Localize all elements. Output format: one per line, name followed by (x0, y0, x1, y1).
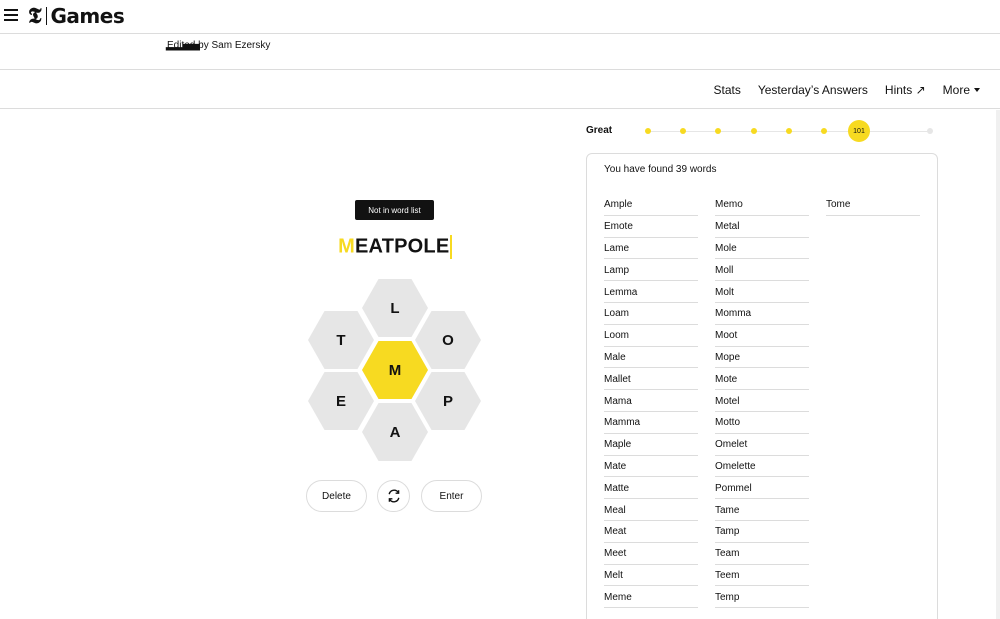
found-word: Molt (715, 281, 809, 303)
found-word: Meat (604, 521, 698, 543)
progress-dot (715, 128, 722, 134)
logo-divider (45, 7, 47, 25)
found-word: Mallet (604, 368, 698, 391)
input-center-letter: M (338, 235, 355, 258)
found-word: Mote (715, 368, 809, 391)
caret-down-icon (974, 88, 980, 93)
found-word: Teem (715, 565, 809, 587)
puzzle-header: ▁▂ Edited by Sam Ezersky (0, 34, 1000, 70)
word-column-2: Memo Metal Mole Moll Molt Momma Moot Mope Mote Mo… (715, 194, 809, 609)
shuffle-icon (388, 489, 399, 503)
nav-hints[interactable]: Hints ↗ (885, 83, 926, 97)
hive-cell-top-right[interactable]: O (415, 311, 481, 369)
hive-cell-top-left[interactable]: T (308, 311, 374, 369)
toolbar-nav: Stats Yesterday’s Answers Hints ↗ More (0, 70, 1000, 109)
found-word: Tamp (715, 521, 809, 543)
found-word: Momma (715, 303, 809, 325)
score-badge[interactable]: 101 (848, 120, 870, 142)
progress-dot (926, 128, 933, 134)
found-word: Tame (715, 499, 809, 521)
found-word: Motel (715, 390, 809, 412)
found-word: Mama (604, 390, 698, 412)
found-word: Tome (826, 194, 920, 216)
found-word: Mamma (604, 412, 698, 434)
nav-more-label: More (942, 82, 970, 97)
found-word: Motto (715, 412, 809, 434)
found-word: Loam (604, 303, 698, 325)
hive-cell-bottom-left[interactable]: E (308, 372, 374, 430)
found-word: Matte (604, 477, 698, 500)
found-word: Memo (715, 194, 809, 216)
found-word: Lemma (604, 281, 698, 303)
nyt-logo-mark: 𝕿 (28, 3, 42, 28)
progress-dot (750, 128, 757, 134)
shuffle-button[interactable] (377, 480, 410, 512)
found-word: Ample (604, 194, 698, 216)
input-cursor (450, 235, 452, 259)
word-column-1: Ample Emote Lame Lamp Lemma Loam Loom Male Malle… (604, 194, 698, 609)
rank-label: Great (586, 125, 613, 136)
hive-cell-top[interactable]: L (362, 279, 428, 337)
found-word: Meme (604, 586, 698, 609)
progress-dot (821, 128, 827, 134)
found-word: Moot (715, 325, 809, 347)
found-word: Loom (604, 325, 698, 347)
found-word: Omelette (715, 456, 809, 478)
found-word: Omelet (715, 434, 809, 456)
nav-yesterdays-answers[interactable]: Yesterday’s Answers (758, 83, 868, 97)
found-word: Mate (604, 456, 698, 478)
top-bar: 𝕿 Games (0, 0, 1000, 34)
found-word: Mope (715, 347, 809, 369)
found-word: Meet (604, 543, 698, 565)
hive-cell-center[interactable]: M (362, 341, 428, 399)
found-word: Male (604, 347, 698, 369)
letter-hive: L T O M E P A (300, 275, 490, 465)
progress-dot (645, 128, 651, 134)
found-word: Maple (604, 434, 698, 456)
enter-button[interactable]: Enter (421, 480, 482, 512)
games-logo-text: Games (50, 4, 125, 28)
hive-cell-bottom-right[interactable]: P (415, 372, 481, 430)
found-word: Lame (604, 238, 698, 260)
found-word: Temp (715, 586, 809, 609)
word-list-panel[interactable]: You have found 39 words Ample Emote Lame La… (586, 153, 938, 619)
found-word: Metal (715, 216, 809, 238)
found-words-count: You have found 39 words (604, 164, 717, 175)
found-word: Mole (715, 238, 809, 260)
found-word: Meal (604, 499, 698, 521)
progress-dot (785, 128, 792, 134)
word-input: MEATPOLE (290, 235, 500, 259)
editor-credit: Edited by Sam Ezersky (167, 40, 271, 51)
found-word: Team (715, 543, 809, 565)
scrollbar-edge[interactable] (996, 110, 1000, 619)
nav-more[interactable]: More (943, 83, 980, 97)
word-column-3: Tome (826, 194, 920, 216)
hive-cell-bottom[interactable]: A (362, 403, 428, 461)
found-word: Lamp (604, 259, 698, 282)
input-letters: EATPOLE (355, 235, 450, 258)
found-word: Pommel (715, 477, 809, 500)
found-word: Melt (604, 565, 698, 587)
menu-icon[interactable] (4, 9, 18, 21)
found-word: Moll (715, 259, 809, 282)
nyt-games-logo[interactable]: 𝕿 Games (28, 2, 125, 30)
progress-dot (680, 128, 687, 134)
found-word: Emote (604, 216, 698, 238)
message-toast: Not in word list (355, 200, 434, 220)
delete-button[interactable]: Delete (306, 480, 367, 512)
nav-stats[interactable]: Stats (714, 83, 741, 97)
